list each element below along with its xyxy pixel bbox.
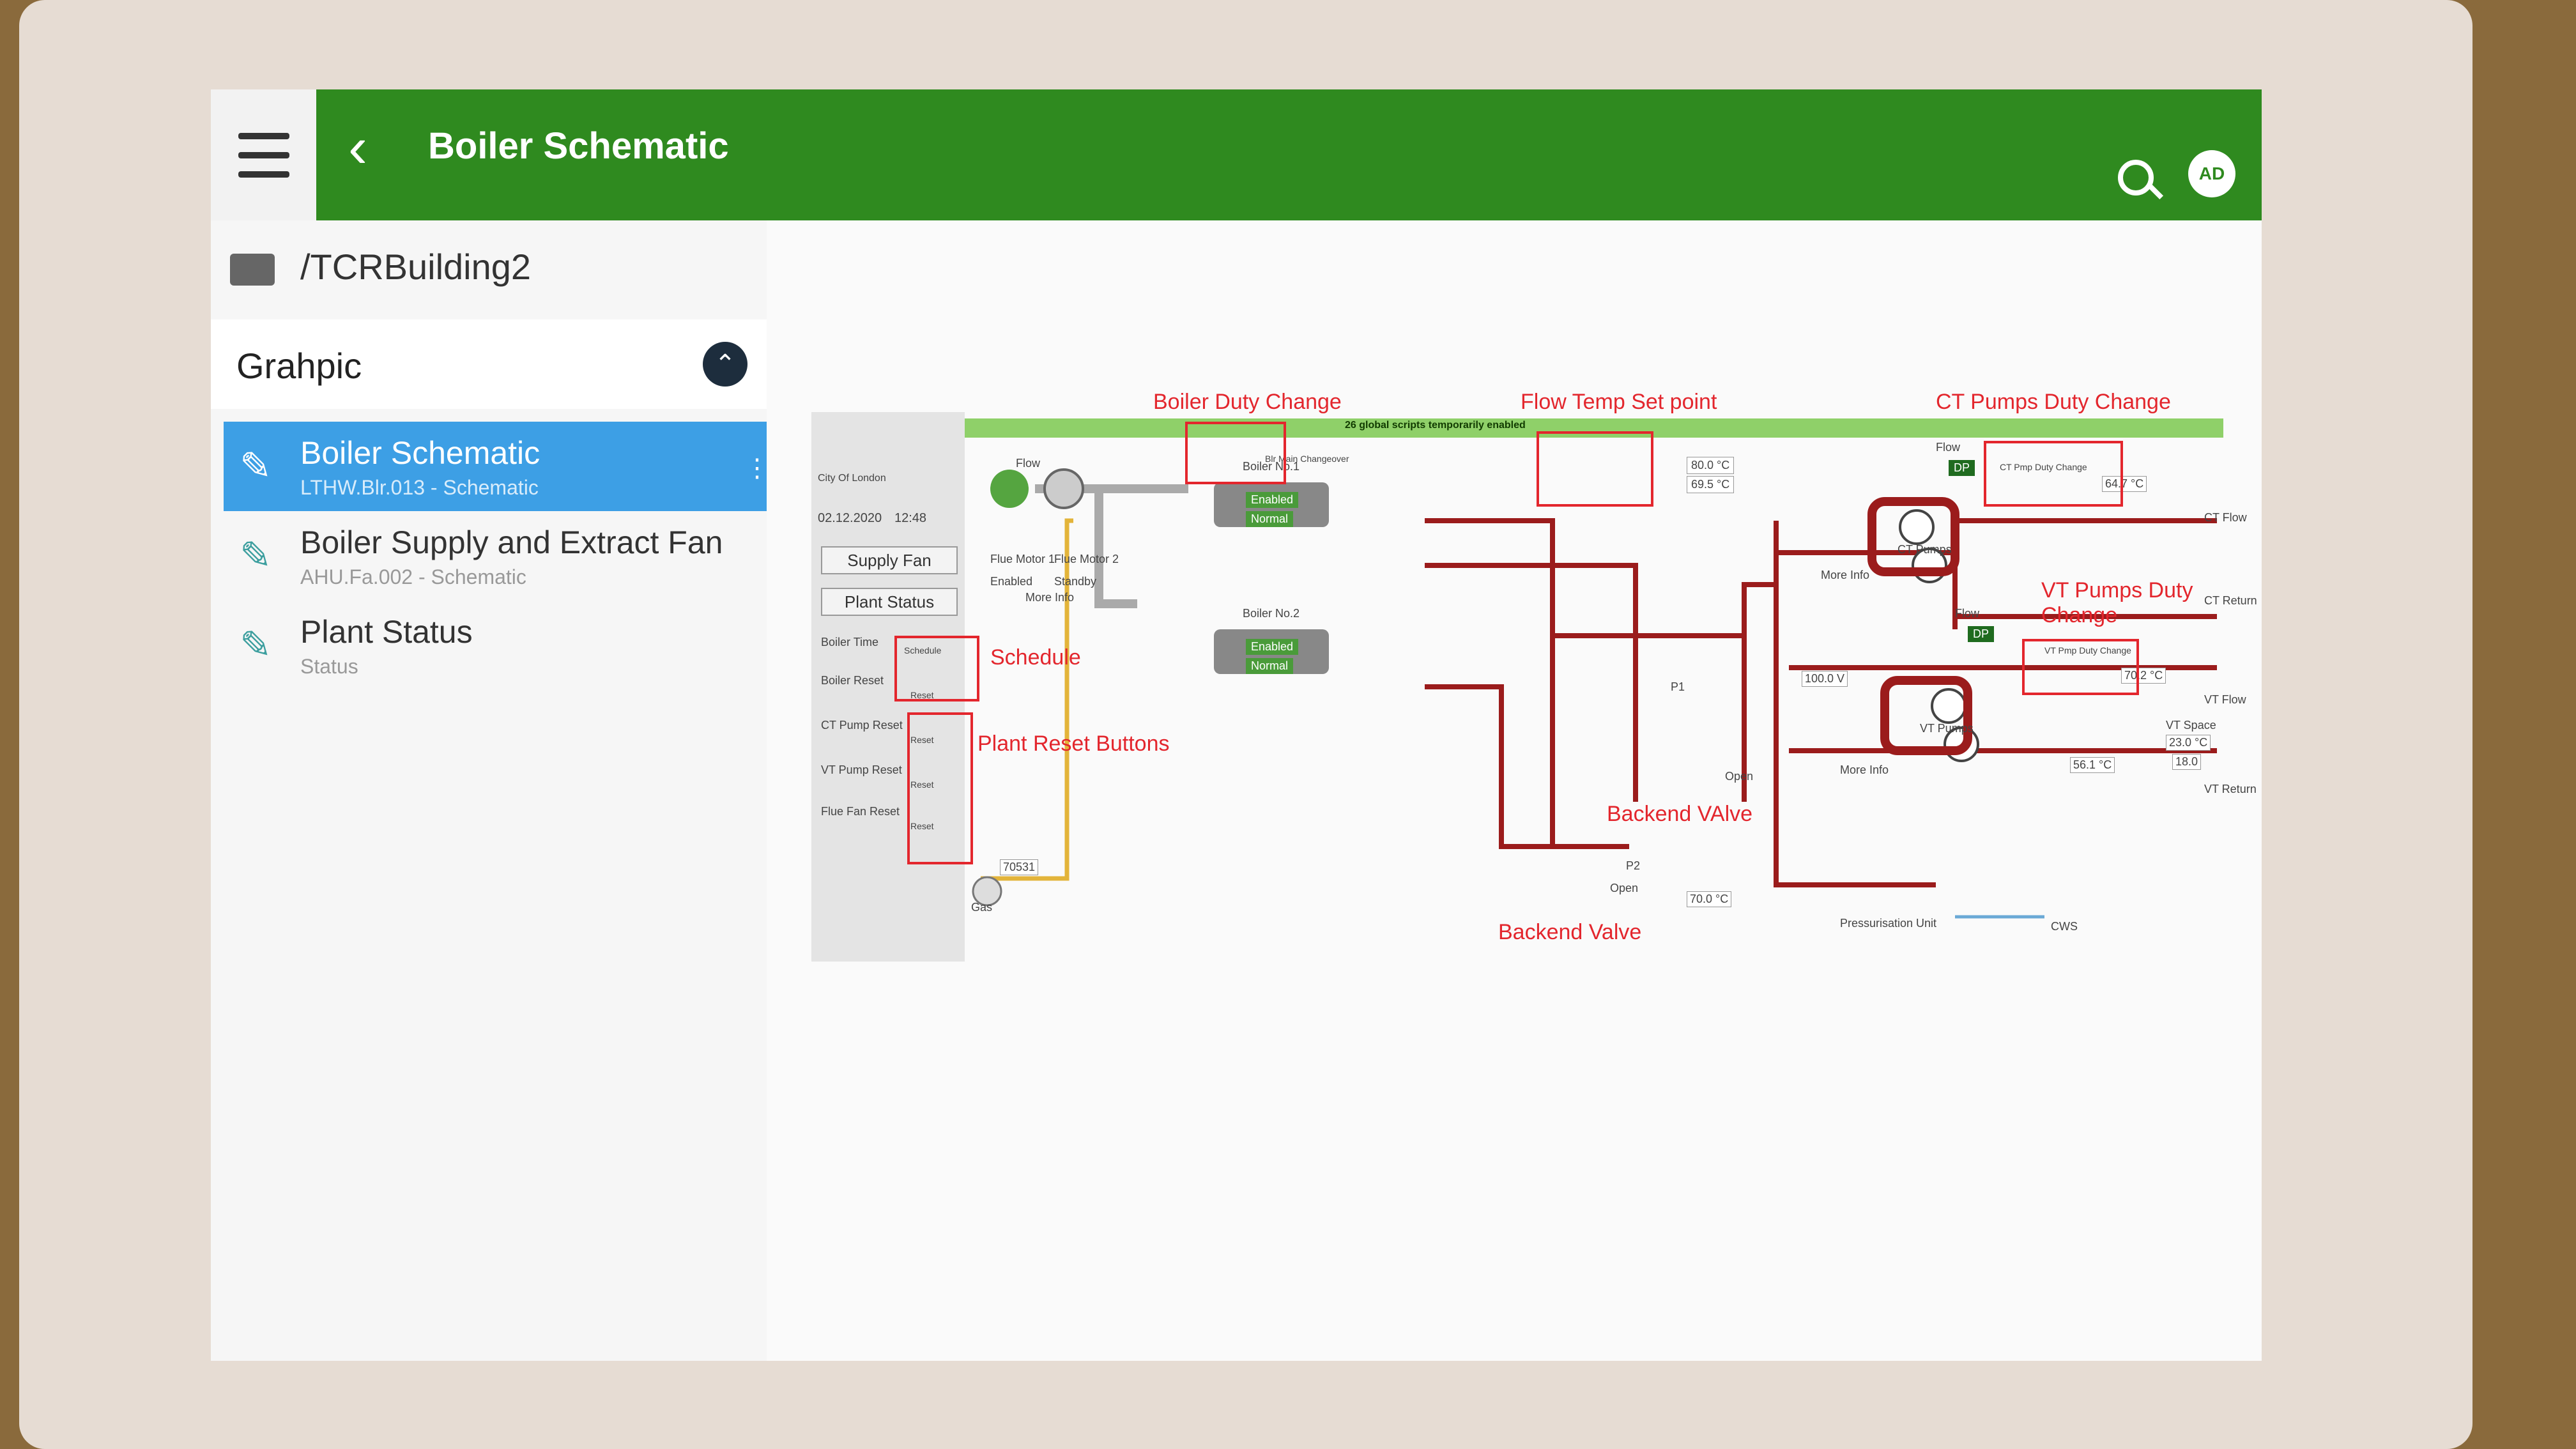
annotation-box-plant-reset: [907, 712, 973, 864]
supply-fan-button[interactable]: Supply Fan: [821, 546, 958, 574]
vt-more-info[interactable]: More Info: [1840, 763, 1889, 777]
flue-motor-2-label: Flue Motor 2: [1054, 553, 1119, 565]
gas-label: Gas: [971, 901, 993, 914]
schematic-canvas: 26 global scripts temporarily enabled Ci…: [767, 220, 2262, 1361]
ct-dp-badge: DP: [1949, 460, 1975, 476]
chevron-up-icon[interactable]: ⌃: [703, 342, 747, 387]
annotation-ct-pumps-duty: CT Pumps Duty Change: [1936, 390, 2171, 414]
vt-pumps-label: VT Pumps: [1920, 722, 1974, 735]
item-title: Plant Status: [300, 614, 473, 650]
flue-more-info[interactable]: More Info: [1025, 591, 1074, 604]
sidebar-item-boiler-schematic[interactable]: ✎ Boiler Schematic LTHW.Blr.013 - Schema…: [224, 422, 770, 511]
ct-flow-status: Flow: [1936, 441, 1961, 454]
time-label: 12:48: [894, 511, 927, 525]
pen-icon: ✎: [240, 534, 272, 577]
vt-dp-badge: DP: [1968, 626, 1995, 642]
sidebar: /TCRBuilding2 Grahpic ⌃ ✎ Boiler Schemat…: [211, 220, 770, 1361]
annotation-box-schedule: [894, 636, 979, 702]
top-bar: ‹ Boiler Schematic AD: [211, 89, 2262, 220]
backend-valve-open: Open: [1610, 882, 1639, 894]
annotation-box-vt-duty: [2022, 639, 2139, 695]
annotation-schedule: Schedule: [990, 645, 1081, 670]
gas-meter-reading: 70531: [1000, 859, 1039, 875]
path-label: /TCRBuilding2: [300, 247, 532, 287]
avatar[interactable]: AD: [2188, 150, 2235, 197]
item-title: Boiler Supply and Extract Fan: [300, 525, 723, 560]
city-label: City Of London: [818, 473, 886, 484]
boiler1-status: Enabled: [1246, 492, 1299, 508]
folder-icon: [230, 254, 275, 286]
annotation-box-boiler-duty: [1185, 422, 1286, 484]
flue-fan-reset-label: Flue Fan Reset: [821, 805, 900, 818]
vt-flow-status: Flow: [1955, 607, 1980, 620]
page-title: Boiler Schematic: [428, 125, 729, 167]
valve-voltage-reading: 100.0 V: [1802, 671, 1848, 687]
menu-button[interactable]: [211, 89, 316, 220]
item-subtitle: AHU.Fa.002 - Schematic: [300, 565, 526, 588]
ct-flow-label: CT Flow: [2204, 511, 2247, 524]
boiler2-state: Normal: [1246, 658, 1294, 674]
pen-icon: ✎: [240, 445, 272, 487]
return-temp-reading: 56.1 °C: [2070, 757, 2115, 773]
annotation-backend-valve-2: Backend Valve: [1498, 920, 1642, 944]
flow-temp-setpoint-field[interactable]: 80.0 °C: [1687, 457, 1735, 474]
annotation-boiler-duty: Boiler Duty Change: [1153, 390, 1342, 414]
vt-space-value: 18.0: [2172, 754, 2202, 770]
annotation-box-flow-temp: [1537, 431, 1653, 507]
vt-space-label: VT Space: [2166, 719, 2216, 732]
chevron-left-icon[interactable]: ‹: [348, 115, 367, 181]
flue-motor-1-label: Flue Motor 1: [990, 553, 1055, 565]
boiler2-label: Boiler No.2: [1243, 607, 1300, 620]
pressurisation-label: Pressurisation Unit: [1840, 917, 1937, 930]
boiler-time-label: Boiler Time: [821, 636, 879, 648]
boiler-reset-label: Boiler Reset: [821, 674, 884, 687]
item-title: Boiler Schematic: [300, 435, 540, 471]
section-label: Grahpic: [236, 346, 362, 386]
breadcrumb: /TCRBuilding2: [230, 246, 531, 288]
screen: ‹ Boiler Schematic AD /TCRBuilding2 Grah…: [211, 89, 2262, 1361]
sidebar-item-plant-status[interactable]: ✎ Plant Status Status: [224, 601, 767, 690]
backend-temp-reading: 70.0 °C: [1687, 891, 1732, 907]
ct-more-info[interactable]: More Info: [1821, 569, 1869, 582]
vt-flow-label: VT Flow: [2204, 693, 2246, 706]
date-label: 02.12.2020: [818, 511, 882, 525]
search-icon[interactable]: [2118, 160, 2154, 195]
backend-valve2-open: Open: [1725, 770, 1754, 783]
p2-label: P2: [1626, 859, 1641, 872]
sidebar-item-boiler-fan[interactable]: ✎ Boiler Supply and Extract Fan AHU.Fa.0…: [224, 511, 767, 601]
boiler1-state: Normal: [1246, 511, 1294, 527]
vt-space-field[interactable]: 23.0 °C: [2166, 735, 2211, 751]
flow-temp-actual: 69.5 °C: [1687, 476, 1735, 493]
kebab-menu-icon[interactable]: ⋮: [744, 454, 770, 483]
graphic-section-header[interactable]: Grahpic ⌃: [211, 319, 767, 409]
vt-return-label: VT Return: [2204, 783, 2257, 795]
banner-text: 26 global scripts temporarily enabled: [1345, 420, 1526, 431]
ct-pumps-label: CT Pumps: [1897, 543, 1952, 556]
annotation-box-ct-duty: [1984, 441, 2123, 507]
vt-pump-reset-label: VT Pump Reset: [821, 763, 902, 776]
cws-label: CWS: [2051, 920, 2078, 933]
boiler2-status: Enabled: [1246, 639, 1299, 655]
flue-motor-2-state: Standby: [1054, 575, 1097, 588]
annotation-backend-valve-1: Backend VAlve: [1607, 802, 1753, 826]
flue-motor-1-state: Enabled: [990, 575, 1033, 588]
annotation-flow-temp: Flow Temp Set point: [1521, 390, 1717, 414]
annotation-vt-pumps-duty: VT Pumps Duty Change: [2041, 578, 2193, 627]
item-subtitle: LTHW.Blr.013 - Schematic: [300, 476, 539, 499]
item-subtitle: Status: [300, 655, 358, 678]
flue-flow-label: Flow: [1016, 457, 1041, 470]
ct-pump-reset-label: CT Pump Reset: [821, 719, 903, 732]
pen-icon: ✎: [240, 624, 272, 666]
plant-status-button[interactable]: Plant Status: [821, 588, 958, 616]
annotation-plant-reset: Plant Reset Buttons: [977, 732, 1170, 756]
p1-label: P1: [1671, 680, 1685, 693]
hamburger-icon: [238, 126, 289, 184]
